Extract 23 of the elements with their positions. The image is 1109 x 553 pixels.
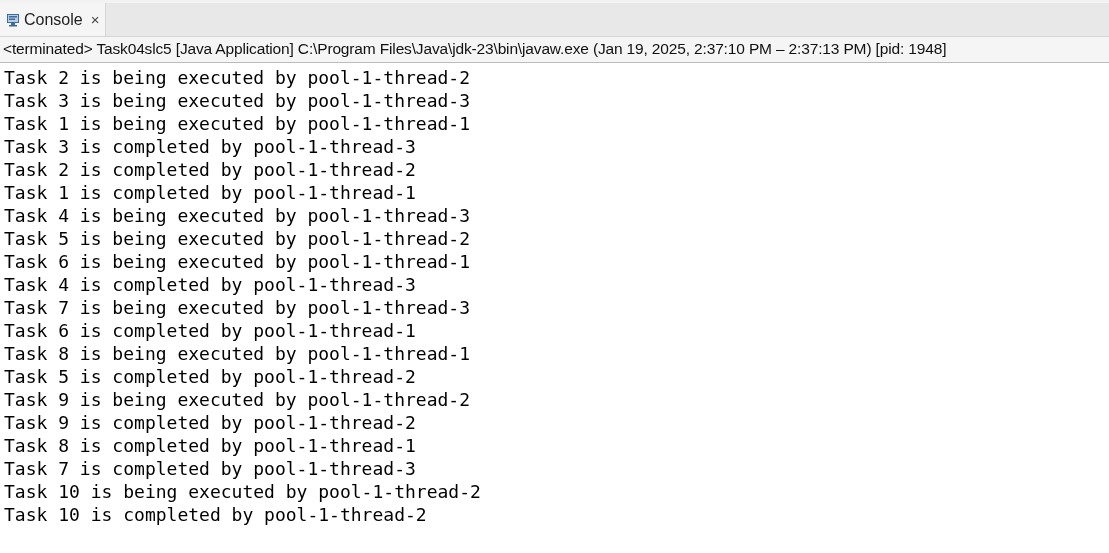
console-output-line: Task 6 is being executed by pool-1-thread-1 <box>4 250 470 273</box>
console-output-line: Task 4 is being executed by pool-1-thread-3 <box>4 204 470 227</box>
console-output-line: Task 6 is completed by pool-1-thread-1 <box>4 319 416 342</box>
console-output-line: Task 7 is completed by pool-1-thread-3 <box>4 457 416 480</box>
console-tab[interactable]: Console × <box>0 3 107 36</box>
console-output-line: Task 1 is completed by pool-1-thread-1 <box>4 181 416 204</box>
close-icon[interactable]: × <box>90 11 100 28</box>
console-output-line: Task 4 is completed by pool-1-thread-3 <box>4 273 416 296</box>
console-output-line: Task 8 is being executed by pool-1-thread-1 <box>4 342 470 365</box>
console-output-line: Task 5 is being executed by pool-1-thread-2 <box>4 227 470 250</box>
console-output-line: Task 7 is being executed by pool-1-thread-3 <box>4 296 470 319</box>
console-output-line: Task 9 is being executed by pool-1-thread-2 <box>4 388 470 411</box>
console-output-line: Task 3 is being executed by pool-1-thread-3 <box>4 89 470 112</box>
console-output-line: Task 1 is being executed by pool-1-thread-1 <box>4 112 470 135</box>
console-output-line: Task 2 is being executed by pool-1-thread-2 <box>4 66 470 89</box>
console-output-line: Task 10 is completed by pool-1-thread-2 <box>4 503 427 526</box>
console-output-line: Task 8 is completed by pool-1-thread-1 <box>4 434 416 457</box>
console-output-line: Task 3 is completed by pool-1-thread-3 <box>4 135 416 158</box>
console-output-line: Task 9 is completed by pool-1-thread-2 <box>4 411 416 434</box>
console-output-line: Task 10 is being executed by pool-1-thread-2 <box>4 480 481 503</box>
console-output-line: Task 5 is completed by pool-1-thread-2 <box>4 365 416 388</box>
console-output-line: Task 2 is completed by pool-1-thread-2 <box>4 158 416 181</box>
monitor-icon <box>6 12 20 27</box>
